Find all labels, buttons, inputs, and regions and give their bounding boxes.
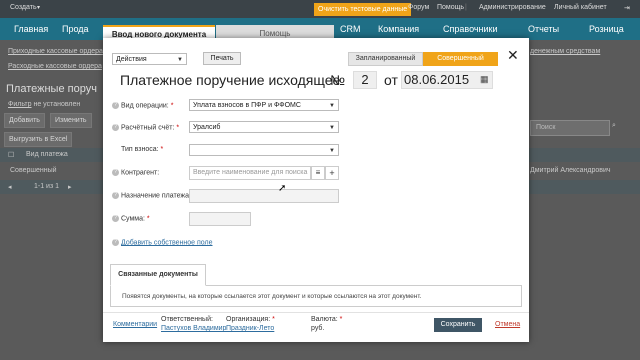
change-button[interactable]: Изменить bbox=[50, 113, 92, 128]
chevron-down-icon[interactable]: ▾ bbox=[37, 4, 40, 11]
amount-input[interactable] bbox=[189, 212, 251, 226]
related-documents-text: Появятся документы, на которые ссылается… bbox=[122, 293, 422, 300]
export-excel-button[interactable]: Выгрузить в Excel bbox=[4, 132, 73, 147]
cancel-link[interactable]: Отмена bbox=[495, 321, 520, 328]
comments-link[interactable]: Комментарии bbox=[113, 321, 157, 328]
search-icon[interactable]: ⌕ bbox=[612, 122, 616, 130]
top-bar: Создать ▾ Очистить тестовые данные Форум… bbox=[0, 0, 640, 18]
account-label: ? Расчётный счёт: * bbox=[112, 124, 179, 131]
pager-prev-icon[interactable]: ◂ bbox=[8, 183, 12, 191]
account-select[interactable]: Уралсиб ▼ bbox=[189, 121, 339, 133]
footer-divider bbox=[103, 312, 529, 313]
help-icon[interactable]: ? bbox=[112, 215, 119, 222]
purpose-label: ? Назначение платежа: bbox=[112, 192, 191, 199]
page-title: Платежные поруч bbox=[6, 83, 97, 95]
status-planned-button[interactable]: Запланированный bbox=[348, 52, 423, 66]
calendar-icon[interactable]: ▦ bbox=[480, 74, 489, 85]
number-sign: № bbox=[330, 72, 346, 88]
money-link[interactable]: денежным средствам bbox=[530, 48, 600, 55]
create-menu[interactable]: Создать bbox=[10, 4, 37, 11]
nav-sales[interactable]: Прода bbox=[62, 24, 89, 34]
org-link[interactable]: Праздник-Лето bbox=[226, 325, 274, 332]
search-input[interactable]: Поиск bbox=[530, 120, 610, 136]
row-type: Совершенный bbox=[10, 167, 57, 174]
select-all-checkbox[interactable]: ☐ bbox=[8, 151, 14, 159]
status-done-button[interactable]: Совершенный bbox=[423, 52, 498, 66]
help-icon[interactable]: ? bbox=[112, 169, 119, 176]
help-link[interactable]: Помощь bbox=[437, 4, 464, 11]
currency-value: руб. bbox=[311, 325, 325, 332]
counterparty-label: ? Контрагент: bbox=[112, 169, 159, 176]
nav-company[interactable]: Компания bbox=[378, 24, 419, 34]
filter-value: не установлен bbox=[33, 101, 81, 108]
nav-reports[interactable]: Отчеты bbox=[528, 24, 559, 34]
responsible-link[interactable]: Пастухов Владимир bbox=[161, 325, 226, 332]
pager-next-icon[interactable]: ▸ bbox=[68, 183, 72, 191]
fee-type-label: Тип взноса: * bbox=[121, 146, 164, 153]
nav-home[interactable]: Главная bbox=[14, 24, 48, 34]
chevron-down-icon: ▼ bbox=[329, 103, 335, 109]
actions-label: Действия bbox=[116, 56, 147, 63]
incoming-orders-link[interactable]: Приходные кассовые ордера bbox=[8, 48, 103, 55]
logout-icon[interactable]: ⇥ bbox=[624, 4, 630, 12]
add-custom-field-link[interactable]: Добавить собственное поле bbox=[121, 239, 213, 246]
op-type-select[interactable]: Уплата взносов в ПФР и ФФОМС ▼ bbox=[189, 99, 339, 111]
chevron-down-icon: ▼ bbox=[329, 125, 335, 131]
counterparty-input[interactable]: Введите наименование для поиска bbox=[189, 166, 311, 180]
currency-label: Валюта: * bbox=[311, 316, 343, 323]
fee-type-select[interactable]: ▼ bbox=[189, 144, 339, 156]
nav-directories[interactable]: Справочники bbox=[443, 24, 498, 34]
responsible-label: Ответственный: bbox=[161, 316, 213, 323]
add-counterparty-icon[interactable]: + bbox=[325, 166, 339, 180]
op-type-value: Уплата взносов в ПФР и ФФОМС bbox=[193, 102, 301, 109]
filter-row: Фильтр не установлен bbox=[8, 101, 80, 108]
forum-link[interactable]: Форум bbox=[408, 4, 429, 11]
separator: | bbox=[465, 4, 467, 11]
add-field-row: ? Добавить собственное поле bbox=[112, 239, 213, 246]
close-icon[interactable]: ✕ bbox=[507, 47, 519, 64]
help-icon[interactable]: ? bbox=[112, 124, 119, 131]
document-title: Платежное поручение исходящее bbox=[120, 72, 341, 88]
outgoing-orders-link[interactable]: Расходные кассовые ордера bbox=[8, 63, 102, 70]
op-type-label: ? Вид операции: * bbox=[112, 102, 173, 109]
column-header-type[interactable]: Вид платежа bbox=[26, 151, 68, 158]
purpose-input[interactable] bbox=[189, 189, 339, 203]
mouse-cursor-icon: ➚ bbox=[278, 183, 287, 194]
new-document-modal: Действия ▼ Печать Запланированный Соверше… bbox=[103, 38, 529, 342]
clear-test-data-button[interactable]: Очистить тестовые данные bbox=[314, 3, 412, 16]
help-icon[interactable]: ? bbox=[112, 239, 119, 246]
print-button[interactable]: Печать bbox=[203, 52, 241, 65]
tab-related-documents[interactable]: Связанные документы bbox=[110, 264, 206, 286]
pager-info: 1-1 из 1 bbox=[34, 183, 60, 190]
help-icon[interactable]: ? bbox=[112, 192, 119, 199]
chevron-down-icon: ▼ bbox=[329, 148, 335, 154]
list-icon[interactable]: ≡ bbox=[311, 166, 325, 180]
account-value: Уралсиб bbox=[193, 124, 221, 131]
document-number-input[interactable]: 2 bbox=[353, 71, 377, 89]
nav-crm[interactable]: CRM bbox=[340, 24, 361, 34]
admin-link[interactable]: Администрирование bbox=[479, 4, 546, 11]
org-label: Организация: * bbox=[226, 316, 275, 323]
save-button[interactable]: Сохранить bbox=[434, 318, 482, 332]
help-icon[interactable]: ? bbox=[112, 102, 119, 109]
add-button[interactable]: Добавить bbox=[4, 113, 45, 128]
from-label: от bbox=[384, 72, 398, 88]
filter-link[interactable]: Фильтр bbox=[8, 101, 32, 108]
actions-dropdown[interactable]: Действия ▼ bbox=[112, 53, 187, 65]
amount-label: ? Сумма: * bbox=[112, 215, 150, 222]
chevron-down-icon: ▼ bbox=[177, 57, 183, 63]
cabinet-link[interactable]: Личный кабинет bbox=[554, 4, 607, 11]
search-placeholder: Поиск bbox=[536, 124, 556, 131]
row-person: Дмитрий Александрович bbox=[530, 167, 611, 174]
nav-retail[interactable]: Розница bbox=[589, 24, 624, 34]
